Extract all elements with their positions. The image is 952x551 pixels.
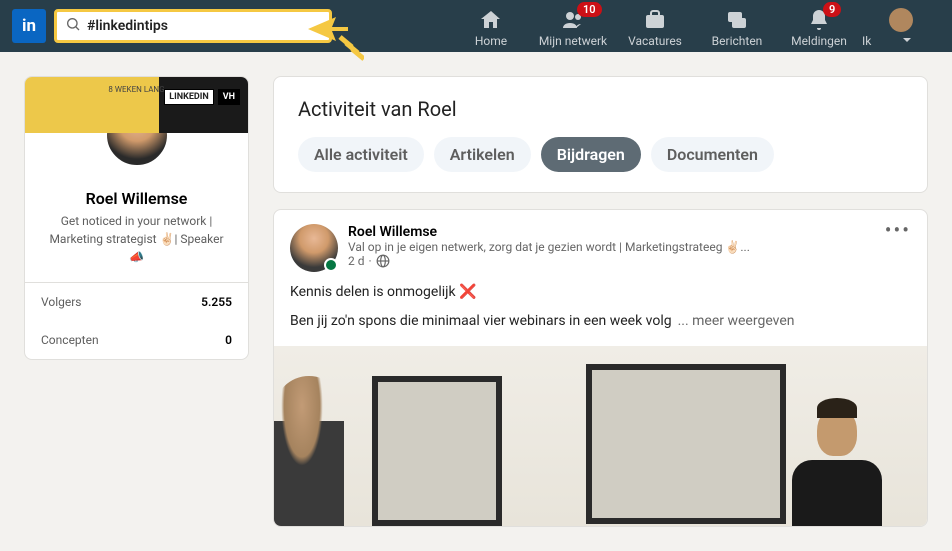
post-time: 2 d (348, 254, 365, 268)
nav-label: Mijn netwerk (539, 34, 607, 48)
post-see-more[interactable]: ... meer weergeven (678, 311, 795, 332)
stat-label: Volgers (41, 295, 82, 309)
dot-separator: · (369, 254, 372, 268)
post-menu-button[interactable]: ••• (885, 218, 911, 242)
nav-notifications[interactable]: 9 Meldingen (780, 4, 858, 48)
nav-label: Ik (862, 34, 871, 48)
stat-value: 5.255 (201, 295, 232, 309)
nav-network[interactable]: 10 Mijn netwerk (534, 4, 612, 48)
tab-posts[interactable]: Bijdragen (541, 137, 641, 172)
cover-badge: LINKEDIN (164, 89, 213, 105)
online-indicator (324, 258, 338, 272)
activity-header-card: Activiteit van Roel Alle activiteit Arti… (273, 76, 928, 193)
post-text-line: Kennis delen is onmogelijk ❌ (290, 282, 911, 303)
profile-name[interactable]: Roel Willemse (25, 189, 248, 208)
post-card: Roel Willemse Val op in je eigen netwerk… (273, 209, 928, 527)
nav-label: Meldingen (791, 34, 847, 48)
profile-tagline: Get noticed in your network | Marketing … (25, 208, 248, 282)
cover-badge: VH (218, 89, 240, 105)
nav-me[interactable]: Ik (862, 4, 940, 48)
post-image[interactable] (274, 346, 927, 526)
stat-followers[interactable]: Volgers 5.255 (25, 283, 248, 321)
profile-card: 8 WEKEN LANG LINKEDIN VH Roel Willemse G… (24, 76, 249, 360)
tab-articles[interactable]: Artikelen (434, 137, 531, 172)
briefcase-icon (643, 8, 667, 32)
cover-image: 8 WEKEN LANG LINKEDIN VH (25, 77, 248, 133)
search-input[interactable] (87, 18, 321, 34)
nav-jobs[interactable]: Vacatures (616, 4, 694, 48)
badge: 10 (577, 2, 602, 17)
stat-label: Concepten (41, 333, 99, 347)
tab-all-activity[interactable]: Alle activiteit (298, 137, 424, 172)
nav-label: Berichten (712, 34, 763, 48)
activity-title: Activiteit van Roel (298, 97, 903, 121)
messages-icon (725, 8, 749, 32)
tab-documents[interactable]: Documenten (651, 137, 774, 172)
post-author-subtitle: Val op in je eigen netwerk, zorg dat je … (348, 240, 911, 254)
globe-icon (376, 254, 390, 268)
home-icon (479, 8, 503, 32)
annotation-arrow (308, 17, 364, 67)
linkedin-logo[interactable]: in (12, 9, 46, 43)
stat-value: 0 (225, 333, 232, 347)
post-text-line: Ben jij zo'n spons die minimaal vier web… (290, 311, 672, 332)
nav-messages[interactable]: Berichten (698, 4, 776, 48)
post-author-name[interactable]: Roel Willemse (348, 224, 911, 240)
search-icon (65, 16, 81, 36)
search-box[interactable] (54, 9, 332, 43)
nav-label: Vacatures (628, 34, 682, 48)
nav-home[interactable]: Home (452, 4, 530, 48)
stat-drafts[interactable]: Concepten 0 (25, 321, 248, 359)
cover-tag: 8 WEKEN LANG (108, 85, 164, 94)
avatar-icon (889, 8, 913, 32)
badge: 9 (823, 2, 841, 17)
nav-label: Home (475, 34, 507, 48)
chevron-down-icon (902, 35, 912, 45)
